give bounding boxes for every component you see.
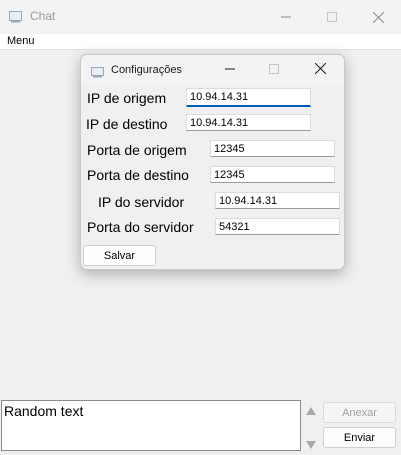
attach-button[interactable]: Anexar	[323, 402, 396, 423]
maximize-icon	[327, 12, 337, 22]
close-icon	[314, 61, 326, 79]
server-ip-label: IP do servidor	[98, 194, 185, 210]
source-port-input[interactable]	[210, 140, 335, 157]
dialog-titlebar[interactable]: Configurações	[81, 55, 344, 85]
destination-port-input[interactable]	[210, 166, 335, 183]
minimize-button[interactable]	[263, 0, 309, 34]
chat-window-icon	[9, 10, 22, 23]
dialog-close-button[interactable]	[298, 55, 342, 85]
server-ip-input[interactable]	[215, 192, 340, 209]
minimize-icon	[225, 61, 235, 79]
window-title: Chat	[30, 9, 56, 23]
close-button[interactable]	[355, 0, 401, 34]
server-port-label: Porta do servidor	[87, 219, 194, 235]
maximize-button[interactable]	[309, 0, 355, 34]
source-port-label: Porta de origem	[87, 142, 187, 158]
menubar: Menu	[0, 34, 401, 50]
save-button[interactable]: Salvar	[83, 245, 156, 266]
destination-ip-label: IP de destino	[86, 116, 168, 132]
server-port-input[interactable]	[215, 218, 340, 235]
message-input[interactable]: Random text	[1, 400, 301, 451]
minimize-icon	[281, 12, 291, 22]
dialog-maximize-button[interactable]	[252, 55, 296, 85]
maximize-icon	[269, 61, 279, 79]
settings-dialog: Configurações IP de origem IP de destino…	[80, 54, 345, 270]
destination-ip-input[interactable]	[186, 114, 311, 131]
destination-port-label: Porta de destino	[87, 167, 189, 183]
dialog-title: Configurações	[111, 64, 182, 76]
scroll-up-arrow-icon[interactable]	[305, 403, 317, 415]
source-ip-label: IP de origem	[87, 90, 167, 106]
close-icon	[372, 11, 384, 23]
dialog-minimize-button[interactable]	[208, 55, 252, 85]
scroll-down-arrow-icon[interactable]	[305, 437, 317, 449]
settings-window-icon	[91, 65, 104, 78]
send-button[interactable]: Enviar	[323, 427, 396, 448]
main-titlebar: Chat	[0, 0, 401, 34]
menu-item-menu[interactable]: Menu	[7, 35, 35, 47]
source-ip-input[interactable]	[186, 88, 311, 107]
